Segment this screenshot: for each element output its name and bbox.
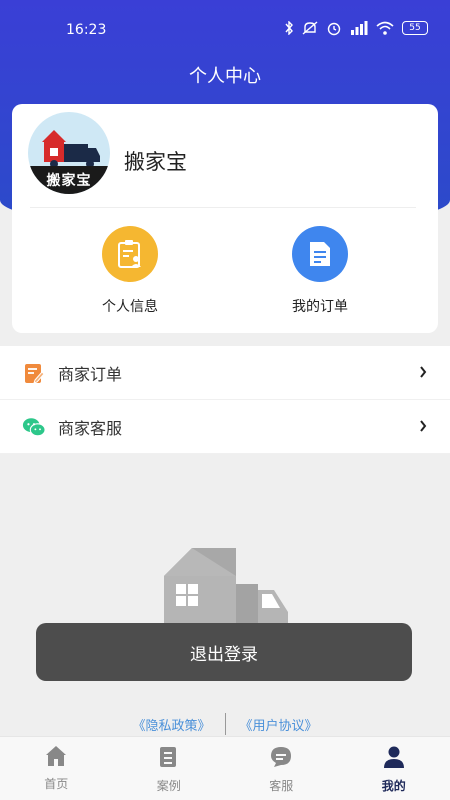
list-icon bbox=[158, 745, 180, 773]
avatar-logo-text: 搬家宝 bbox=[46, 173, 92, 189]
chevron-right-icon bbox=[418, 418, 428, 438]
status-bar: 16:23 55 bbox=[0, 0, 450, 60]
bluetooth-icon bbox=[284, 21, 294, 35]
merchant-service-item[interactable]: 商家客服 bbox=[0, 400, 450, 454]
personal-info-label: 个人信息 bbox=[102, 299, 158, 315]
page-title: 个人中心 bbox=[189, 66, 261, 87]
battery-icon: 55 bbox=[402, 21, 428, 35]
tab-service[interactable]: 客服 bbox=[225, 737, 338, 800]
my-orders-button[interactable]: 我的订单 bbox=[260, 226, 380, 316]
status-icons: 55 bbox=[284, 20, 428, 36]
tab-mine-label: 我的 bbox=[381, 779, 406, 793]
chat-icon bbox=[269, 745, 293, 773]
tab-cases[interactable]: 案例 bbox=[113, 737, 226, 800]
home-icon bbox=[44, 745, 68, 771]
signal-icon bbox=[350, 21, 368, 35]
avatar[interactable]: 搬家宝 bbox=[28, 112, 110, 194]
tab-home-label: 首页 bbox=[44, 777, 69, 791]
alarm-icon bbox=[326, 20, 342, 36]
footer-links: 《隐私政策》 《用户协议》 bbox=[0, 713, 450, 735]
edit-order-icon bbox=[22, 361, 46, 385]
user-agreement-link[interactable]: 《用户协议》 bbox=[240, 715, 318, 734]
bottom-tab-bar: 首页 案例 客服 我的 bbox=[0, 736, 450, 800]
clipboard-user-icon bbox=[102, 226, 158, 282]
merchant-service-label: 商家客服 bbox=[58, 418, 123, 438]
merchant-orders-item[interactable]: 商家订单 bbox=[0, 346, 450, 400]
wechat-icon bbox=[22, 415, 46, 439]
chevron-right-icon bbox=[418, 364, 428, 384]
menu-list: 商家订单 商家客服 bbox=[0, 346, 450, 454]
personal-info-button[interactable]: 个人信息 bbox=[70, 226, 190, 316]
mute-icon bbox=[302, 21, 318, 35]
link-separator bbox=[224, 713, 226, 735]
divider bbox=[30, 207, 416, 208]
user-icon bbox=[382, 745, 406, 773]
logout-toast[interactable]: 退出登录 bbox=[36, 623, 412, 681]
document-icon bbox=[292, 226, 348, 282]
tab-mine[interactable]: 我的 bbox=[338, 737, 450, 800]
tab-service-label: 客服 bbox=[269, 779, 294, 793]
privacy-policy-link[interactable]: 《隐私政策》 bbox=[132, 715, 210, 734]
tab-home[interactable]: 首页 bbox=[0, 737, 113, 800]
merchant-orders-label: 商家订单 bbox=[58, 364, 123, 384]
profile-card: 搬家宝 搬家宝 个人信息 我的订单 bbox=[12, 104, 438, 333]
user-name: 搬家宝 bbox=[124, 150, 187, 174]
empty-truck-illustration bbox=[164, 548, 290, 632]
tab-cases-label: 案例 bbox=[156, 779, 181, 793]
my-orders-label: 我的订单 bbox=[292, 299, 348, 315]
status-time: 16:23 bbox=[66, 22, 107, 38]
wifi-icon bbox=[376, 21, 394, 35]
